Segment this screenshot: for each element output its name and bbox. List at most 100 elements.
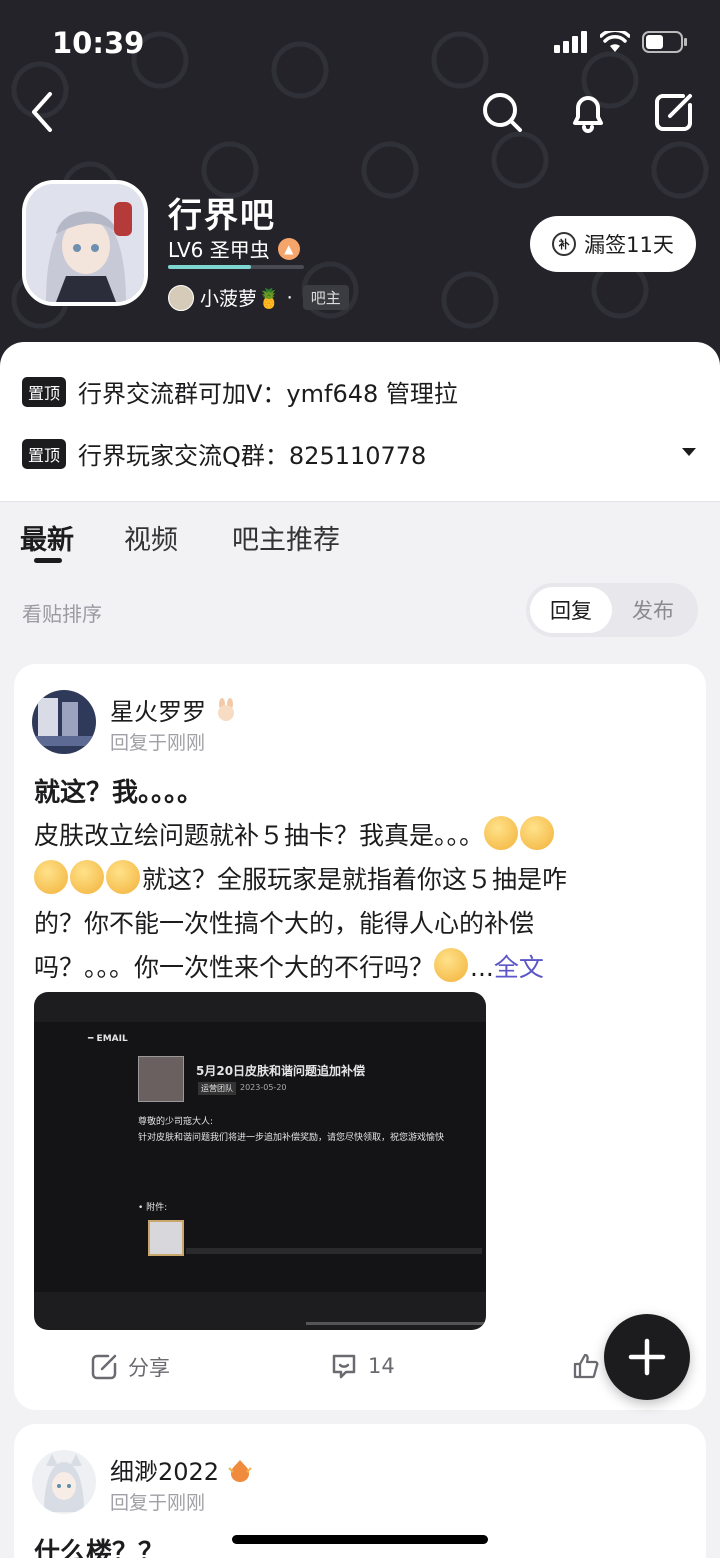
level-info: LV6 圣甲虫 ▲ (168, 234, 300, 263)
ellipsis: ... (470, 953, 494, 982)
sort-toggle: 回复 发布 (526, 583, 698, 637)
user-avatar-image (32, 690, 96, 754)
sender-portrait (138, 1056, 184, 1102)
post-author[interactable]: 细渺2022 (110, 1452, 253, 1487)
author-name: 细渺2022 (110, 1458, 220, 1486)
post-author[interactable]: 星火罗罗 (110, 692, 238, 727)
mail-title: 5月20日皮肤和谐问题追加补偿 (196, 1064, 366, 1078)
post-title: 什么楼？？ (34, 1538, 165, 1558)
post-body-text: 的？你不能一次性搞个大的，能得人心的补偿 (34, 909, 535, 938)
pinned-post[interactable]: 置顶 行界玩家交流Q群：825110778 (22, 436, 426, 471)
cellular-signal-icon (554, 31, 587, 53)
share-icon (91, 1354, 117, 1380)
mail-attachment-label: • 附件: (138, 1203, 168, 1213)
share-button[interactable]: 分享 (90, 1352, 170, 1382)
full-text-link[interactable]: 全文 (494, 953, 544, 982)
post-card[interactable]: 星火罗罗 回复于刚刚 就这？我。。。。 皮肤改立绘问题就补５抽卡？我真是。。。 … (14, 664, 706, 1410)
user-avatar-image (32, 1450, 96, 1514)
post-body: 皮肤改立绘问题就补５抽卡？我真是。。。 就这？全服玩家是就指着你这５抽是咋 的？… (34, 814, 690, 990)
attachment-divider (186, 1248, 482, 1254)
expand-caret-icon[interactable] (682, 448, 696, 456)
forum-header: 10:39 行界吧 LV6 圣甲虫 ▲ 小菠萝🍍 · 吧主 补 漏签11天 (0, 0, 720, 370)
angry-emoji-icon (520, 816, 555, 850)
share-label: 分享 (128, 1356, 170, 1380)
post-body-text: 吗？。。。你一次性来个大的不行吗？ (34, 953, 435, 982)
nav-actions (480, 86, 696, 138)
pinned-tag: 置顶 (22, 438, 67, 469)
user-avatar[interactable] (32, 1450, 96, 1514)
owner-avatar (168, 284, 194, 311)
tab-latest[interactable]: 最新 (20, 518, 74, 557)
forum-avatar-image (26, 184, 144, 302)
pinned-post[interactable]: 置顶 行界交流群可加V：ymf648 管理拉 (22, 374, 458, 409)
pinned-posts: 置顶 行界交流群可加V：ymf648 管理拉 置顶 行界玩家交流Q群：82511… (0, 342, 720, 502)
battery-icon (642, 31, 687, 53)
forum-owner[interactable]: 小菠萝🍍 · 吧主 (168, 284, 349, 311)
compose-icon (655, 94, 692, 131)
post-actions: 分享 14 (14, 1352, 706, 1392)
level-progress-fill (168, 265, 251, 269)
compose-button[interactable] (652, 86, 696, 138)
post-body-line: 的？你不能一次性搞个大的，能得人心的补偿 (34, 902, 690, 946)
home-indicator[interactable] (232, 1535, 488, 1544)
mail-screenshot: ━ EMAIL 5月20日皮肤和谐问题追加补偿 运营团队 2023-05-20 … (34, 1022, 486, 1292)
tab-video[interactable]: 视频 (124, 518, 178, 557)
flame-badge-icon (228, 1459, 252, 1482)
owner-name: 小菠萝🍍 (200, 288, 281, 310)
mail-date: 2023-05-20 (240, 1083, 287, 1092)
post-meta: 回复于刚刚 (110, 732, 206, 754)
angry-emoji-icon (34, 860, 68, 894)
comment-icon (332, 1354, 356, 1379)
comment-button[interactable]: 14 (330, 1352, 395, 1380)
nav-bar (0, 86, 720, 138)
bell-icon (573, 96, 603, 133)
wifi-icon (600, 31, 630, 52)
angry-emoji-icon (70, 860, 104, 894)
owner-separator: · (286, 286, 293, 309)
rank-badge-icon: ▲ (277, 237, 300, 260)
laughing-emoji-icon (434, 948, 469, 982)
search-button[interactable] (480, 86, 524, 138)
new-post-button[interactable] (604, 1314, 690, 1400)
comment-count: 14 (368, 1354, 395, 1378)
post-body-line: 皮肤改立绘问题就补５抽卡？我真是。。。 (34, 814, 690, 858)
level-progress-bar (168, 265, 304, 269)
angry-emoji-icon (106, 860, 140, 894)
back-button[interactable] (30, 86, 70, 138)
sort-option-reply[interactable]: 回复 (530, 587, 612, 633)
chevron-left-icon (32, 92, 52, 132)
notification-button[interactable] (566, 86, 610, 138)
status-time: 10:39 (52, 26, 145, 60)
mail-sender: 运营团队 (198, 1082, 236, 1095)
thumbs-up-icon (573, 1353, 599, 1379)
tab-owner-recommend[interactable]: 吧主推荐 (232, 518, 340, 557)
feed-tabs: 最新 视频 吧主推荐 (0, 502, 720, 572)
image-scrollbar (306, 1322, 484, 1325)
mail-content: 针对皮肤和谐问题我们将进一步追加补偿奖励，请您尽快领取，祝您游戏愉快 (138, 1133, 445, 1143)
rabbit-badge-icon (218, 697, 234, 721)
like-button[interactable] (572, 1352, 600, 1380)
pinned-tag: 置顶 (22, 376, 67, 407)
forum-avatar[interactable] (22, 180, 148, 306)
user-avatar[interactable] (32, 690, 96, 754)
forum-name: 行界吧 (168, 196, 276, 236)
angry-emoji-icon (484, 816, 519, 850)
email-label: ━ EMAIL (88, 1034, 128, 1044)
sort-option-publish[interactable]: 发布 (612, 587, 694, 633)
sign-in-label: 漏签11天 (584, 233, 674, 257)
author-name: 星火罗罗 (110, 698, 206, 726)
status-icons (554, 30, 688, 54)
makeup-sign-icon: 补 (552, 232, 577, 256)
pinned-text: 行界玩家交流Q群：825110778 (78, 442, 427, 470)
sign-in-button[interactable]: 补 漏签11天 (530, 216, 696, 272)
active-tab-indicator (34, 558, 62, 563)
post-image[interactable]: ━ EMAIL 5月20日皮肤和谐问题追加补偿 运营团队 2023-05-20 … (34, 992, 486, 1330)
mail-greeting: 尊敬的少司寇大人: (138, 1117, 214, 1127)
search-icon (483, 93, 522, 132)
owner-tag: 吧主 (302, 285, 349, 310)
post-meta: 回复于刚刚 (110, 1492, 206, 1514)
post-title: 就这？我。。。。 (34, 778, 204, 808)
plus-icon (628, 1338, 666, 1376)
post-body-text: 就这？全服玩家是就指着你这５抽是咋 (142, 865, 568, 894)
level-text: LV6 圣甲虫 (168, 238, 270, 262)
